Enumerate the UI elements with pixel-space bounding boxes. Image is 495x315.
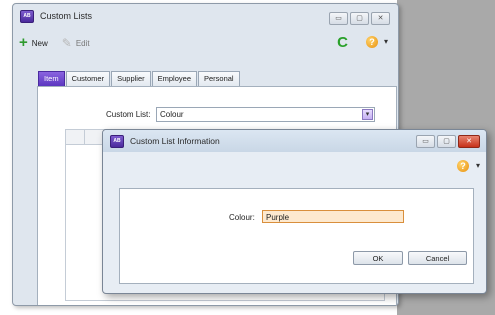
maximize-button[interactable]: ▢ [350,12,369,25]
help-icon[interactable]: ? [366,36,378,48]
dialog-minimize-button[interactable]: ▭ [416,135,435,148]
tab-customer[interactable]: Customer [65,71,111,86]
dialog-close-button[interactable]: ✕ [458,135,480,148]
new-button[interactable]: + New [19,34,48,51]
new-button-label: New [31,38,48,48]
tab-personal[interactable]: Personal [198,71,240,86]
minimize-button[interactable]: ▭ [329,12,348,25]
edit-button-label: Edit [75,38,90,48]
tab-employee[interactable]: Employee [151,71,197,86]
edit-button[interactable]: ✎ Edit [62,37,90,49]
dialog-window-controls: ▭ ▢ ✕ [416,135,480,148]
main-toolbar: + New ✎ Edit C ? ▾ [19,32,392,54]
close-button[interactable]: ✕ [371,12,390,25]
help-dropdown-icon[interactable]: ▾ [384,37,388,46]
custom-list-select[interactable]: Colour ▾ [156,107,375,122]
dialog-panel: Colour: Purple OK Cancel [119,188,474,284]
custom-list-value: Colour [160,110,184,119]
help-icon[interactable]: ? [457,160,469,172]
custom-list-label: Custom List: [106,110,151,119]
window-controls: ▭ ▢ ✕ [329,12,390,25]
colour-label: Colour: [229,213,255,222]
custom-list-information-dialog: AB Custom List Information ▭ ▢ ✕ ? ▾ Col… [102,129,487,294]
help-dropdown-icon[interactable]: ▾ [476,161,480,170]
tab-bar: Item Customer Supplier Employee Personal [38,71,240,86]
ok-button[interactable]: OK [353,251,403,265]
chevron-down-icon[interactable]: ▾ [362,109,373,120]
pencil-icon: ✎ [61,36,72,50]
dialog-title: Custom List Information [130,136,220,146]
dialog-maximize-button[interactable]: ▢ [437,135,456,148]
tab-item[interactable]: Item [38,71,65,86]
dialog-titlebar: AB Custom List Information ▭ ▢ ✕ [103,130,486,152]
tab-supplier[interactable]: Supplier [111,71,151,86]
cancel-button[interactable]: Cancel [408,251,467,265]
colour-input[interactable]: Purple [262,210,404,223]
app-logo-icon: AB [20,9,34,23]
grid-column-divider [84,130,85,144]
app-logo-icon: AB [110,134,124,148]
window-title: Custom Lists [40,11,93,21]
plus-icon: + [19,34,28,51]
refresh-icon[interactable]: C [337,34,348,51]
